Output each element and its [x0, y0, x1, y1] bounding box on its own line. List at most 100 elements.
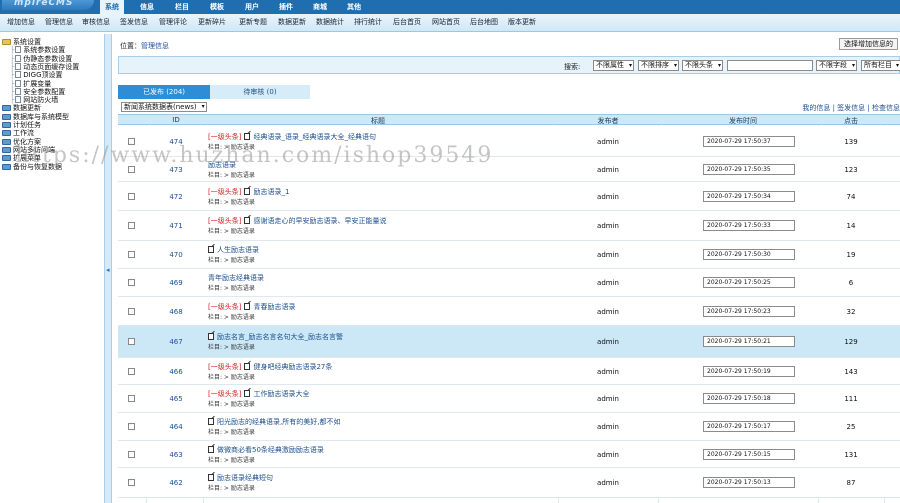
add-info-select-button[interactable]: 选择增加信息的	[839, 38, 898, 50]
edit-icon[interactable]	[244, 217, 251, 224]
row-title[interactable]: [一级头条] 青春励志语录	[208, 302, 295, 312]
sidebar-item[interactable]: 数据更新	[2, 104, 41, 112]
sort-filter-select[interactable]: 不限排序	[638, 60, 679, 71]
row-id[interactable]: 467	[158, 338, 194, 346]
row-title[interactable]: [一级头条] 感谢语走心的早安励志语录、早安正能量说	[208, 216, 386, 226]
row-checkbox[interactable]	[128, 451, 135, 458]
row-publish-time[interactable]: 2020-07-29 17:50:13	[703, 477, 795, 488]
row-id[interactable]: 463	[158, 451, 194, 459]
row-title[interactable]: 励志名言_励志名言名句大全_励志名言警	[208, 332, 343, 342]
row-publish-time[interactable]: 2020-07-29 17:50:18	[703, 393, 795, 404]
row-id[interactable]: 464	[158, 423, 194, 431]
row-title-text[interactable]: 做微商必看50条经典激励励志语录	[217, 446, 324, 454]
topnav-item-0[interactable]: 系统	[100, 0, 124, 14]
row-id[interactable]: 462	[158, 479, 194, 487]
sidebar-splitter[interactable]: ◂	[104, 34, 112, 503]
row-title[interactable]: [一级头条] 健身吧经典励志语录27条	[208, 362, 332, 372]
table-row[interactable]: 468 [一级头条] 青春励志语录 栏目: > 励志语录 admin 2020-07-29…	[118, 297, 900, 326]
topnav-item-7[interactable]: 其他	[342, 0, 366, 14]
row-title-text[interactable]: 经典语录_语录_经典语录大全_经典语句	[253, 133, 376, 141]
edit-icon[interactable]	[208, 474, 214, 481]
row-title[interactable]: 阳光励志的经典语录,所有的美好,都不如	[208, 417, 340, 427]
subnav-item-9[interactable]: 排行统计	[354, 14, 382, 31]
search-input[interactable]	[727, 60, 813, 71]
row-title-text[interactable]: 感谢语走心的早安励志语录、早安正能量说	[253, 217, 386, 225]
subnav-item-12[interactable]: 后台地图	[470, 14, 498, 31]
subnav-item-4[interactable]: 管理评论	[159, 14, 187, 31]
data-table-select[interactable]: 新闻系统数据表(news)	[121, 102, 207, 112]
tab-pending[interactable]: 待审核 (0)	[210, 85, 310, 99]
topnav-item-4[interactable]: 用户	[240, 0, 264, 14]
topnav-item-2[interactable]: 栏目	[170, 0, 194, 14]
field-select[interactable]: 不限字段	[816, 60, 857, 71]
sidebar-item[interactable]: ├ DIGG顶设置	[10, 71, 63, 79]
row-publish-time[interactable]: 2020-07-29 17:50:33	[703, 220, 795, 231]
sidebar-item[interactable]: ├ 系统参数设置	[10, 46, 65, 54]
sidebar-item[interactable]: 数据库与系统模型	[2, 113, 69, 121]
topnav-item-5[interactable]: 插件	[274, 0, 298, 14]
row-publish-time[interactable]: 2020-07-29 17:50:21	[703, 336, 795, 347]
edit-icon[interactable]	[244, 363, 251, 370]
subnav-item-6[interactable]: 更新专题	[239, 14, 267, 31]
table-row[interactable]: 472 [一级头条] 励志语录_1 栏目: > 励志语录 admin 2020-07-29…	[118, 182, 900, 211]
row-checkbox[interactable]	[128, 166, 135, 173]
table-row[interactable]: 470 人生励志语录 栏目: > 励志语录 admin 2020-07-29 17:50…	[118, 241, 900, 269]
row-title-text[interactable]: 励志名言_励志名言名句大全_励志名言警	[217, 333, 343, 341]
row-checkbox[interactable]	[128, 279, 135, 286]
breadcrumb-link[interactable]: 管理信息	[141, 42, 169, 50]
row-id[interactable]: 474	[158, 138, 194, 146]
table-row[interactable]: 473 励志语录 栏目: > 励志语录 admin 2020-07-29 17:50:3…	[118, 157, 900, 182]
subnav-item-10[interactable]: 后台首页	[393, 14, 421, 31]
row-id[interactable]: 473	[158, 166, 194, 174]
row-id[interactable]: 469	[158, 279, 194, 287]
sidebar-item[interactable]: 系统设置	[2, 38, 41, 46]
row-title-text[interactable]: 励志语录_1	[253, 188, 289, 196]
sidebar-item[interactable]: ├ 伪静态参数设置	[10, 54, 72, 63]
table-row[interactable]: 463 做微商必看50条经典激励励志语录 栏目: > 励志语录 admin 2020-0…	[118, 441, 900, 468]
header-clicks[interactable]: 点击	[826, 116, 876, 126]
table-row[interactable]: 474 [一级头条] 经典语录_语录_经典语录大全_经典语句 栏目: > 励志语录 ad…	[118, 126, 900, 157]
row-checkbox[interactable]	[128, 338, 135, 345]
row-title[interactable]: [一级头条] 经典语录_语录_经典语录大全_经典语句	[208, 132, 376, 142]
row-title-text[interactable]: 青年励志经典语录	[208, 274, 264, 282]
subnav-item-1[interactable]: 管理信息	[45, 14, 73, 31]
sidebar-item[interactable]: ├ 扩展变量	[10, 79, 51, 88]
row-checkbox[interactable]	[128, 308, 135, 315]
row-publish-time[interactable]: 2020-07-29 17:50:37	[703, 136, 795, 147]
row-publish-time[interactable]: 2020-07-29 17:50:30	[703, 249, 795, 260]
subnav-item-5[interactable]: 更新碎片	[198, 14, 226, 31]
edit-icon[interactable]	[208, 418, 214, 425]
row-title-text[interactable]: 励志语录经典短句	[217, 474, 273, 482]
table-row[interactable]: 467 励志名言_励志名言名句大全_励志名言警 栏目: > 励志语录 admin 202…	[118, 326, 900, 358]
headline-filter-select[interactable]: 不限头条	[682, 60, 723, 71]
subnav-item-0[interactable]: 增加信息	[7, 14, 35, 31]
row-publish-time[interactable]: 2020-07-29 17:50:23	[703, 306, 795, 317]
subnav-item-3[interactable]: 签发信息	[120, 14, 148, 31]
row-checkbox[interactable]	[128, 368, 135, 375]
row-title[interactable]: [一级头条] 工作励志语录大全	[208, 389, 309, 399]
row-checkbox[interactable]	[128, 138, 135, 145]
table-row[interactable]: 466 [一级头条] 健身吧经典励志语录27条 栏目: > 励志语录 admin 2020…	[118, 358, 900, 385]
table-row[interactable]: 471 [一级头条] 感谢语走心的早安励志语录、早安正能量说 栏目: > 励志语录 ad…	[118, 211, 900, 241]
table-row[interactable]: 469 青年励志经典语录 栏目: > 励志语录 admin 2020-07-29 17:…	[118, 269, 900, 297]
row-id[interactable]: 470	[158, 251, 194, 259]
row-title-text[interactable]: 励志语录	[208, 161, 236, 169]
row-title[interactable]: 励志语录经典短句	[208, 473, 273, 483]
subnav-item-2[interactable]: 审核信息	[82, 14, 110, 31]
row-title[interactable]: 做微商必看50条经典激励励志语录	[208, 445, 324, 455]
edit-icon[interactable]	[208, 246, 214, 253]
topnav-item-6[interactable]: 商城	[308, 0, 332, 14]
sidebar-item[interactable]: ├ 安全参数配置	[10, 87, 65, 96]
table-row[interactable]: 462 励志语录经典短句 栏目: > 励志语录 admin 2020-07-29 17:…	[118, 468, 900, 498]
sidebar-item[interactable]: 扩展菜单	[2, 154, 41, 162]
row-publish-time[interactable]: 2020-07-29 17:50:19	[703, 366, 795, 377]
tab-published[interactable]: 已发布 (204)	[118, 85, 210, 99]
topnav-item-1[interactable]: 信息	[135, 0, 159, 14]
edit-icon[interactable]	[244, 303, 251, 310]
row-checkbox[interactable]	[128, 222, 135, 229]
row-title[interactable]: [一级头条] 励志语录_1	[208, 187, 289, 197]
sidebar-item[interactable]: 工作流	[2, 129, 34, 137]
sidebar-item[interactable]: 备份与恢复数据	[2, 163, 62, 171]
row-title-text[interactable]: 青春励志语录	[253, 303, 295, 311]
row-publish-time[interactable]: 2020-07-29 17:50:15	[703, 449, 795, 460]
